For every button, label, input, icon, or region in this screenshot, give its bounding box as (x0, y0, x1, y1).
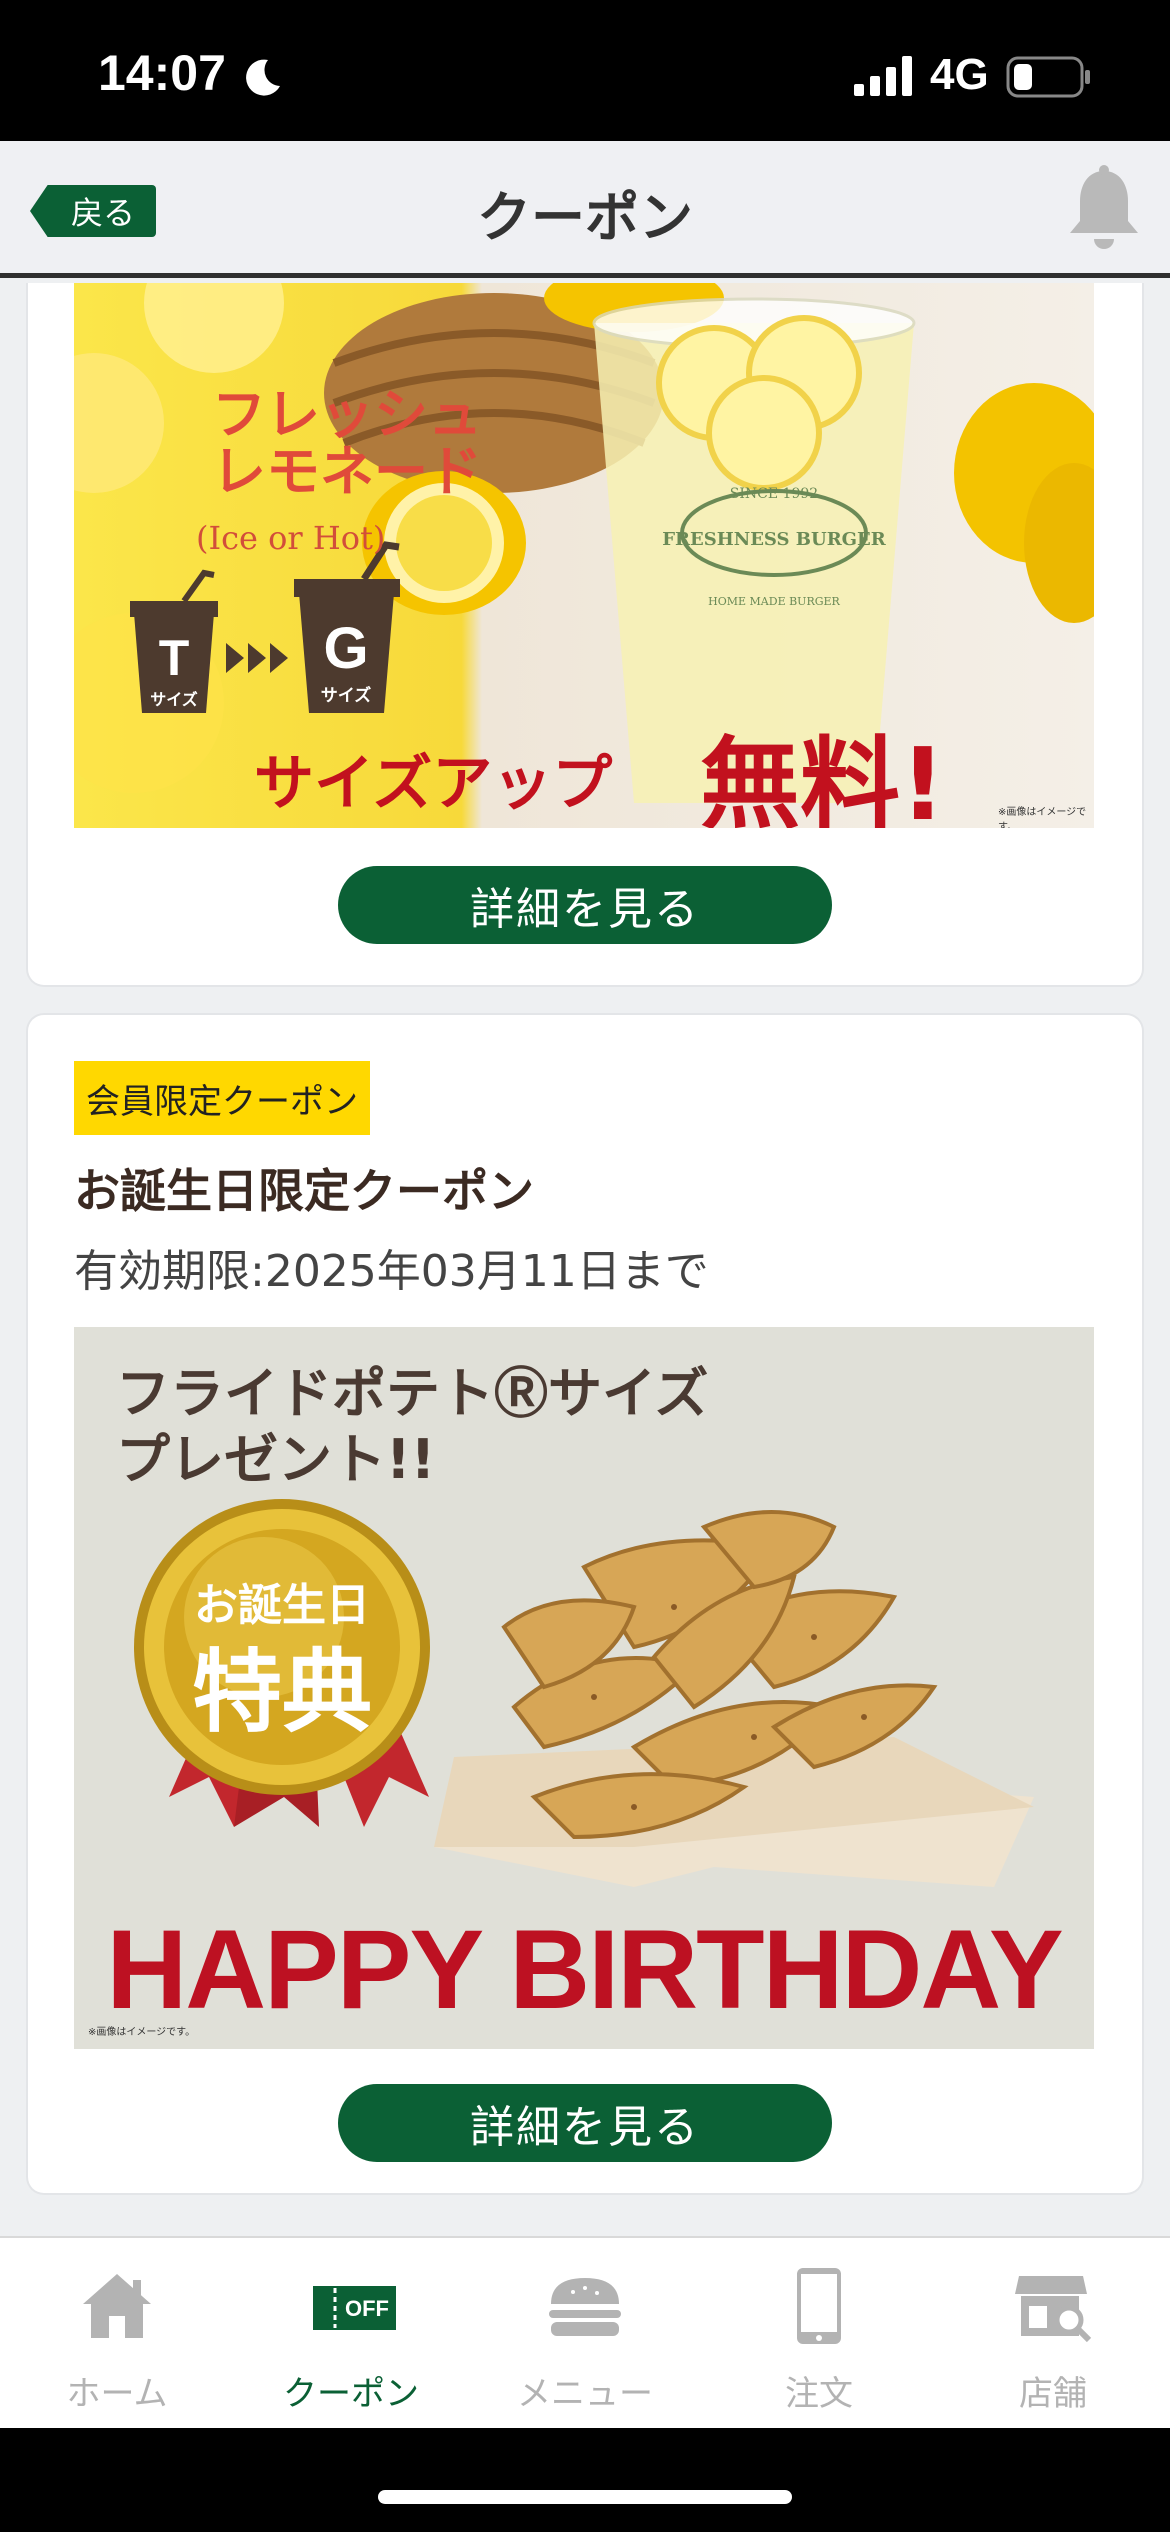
coupon-icon: OFF (313, 2286, 396, 2330)
tab-bar: ホーム OFF クーポン メニュー 注文 店舗 (0, 2236, 1170, 2428)
page-title: クーポン (477, 186, 693, 249)
tab-label: クーポン (283, 2374, 419, 2414)
burger-icon (549, 2278, 621, 2336)
size-from-word: サイズ (150, 690, 198, 709)
bell-icon[interactable] (1064, 165, 1144, 255)
coupon-list[interactable]: SINCE 1992 FRESHNESS BURGER HOME MADE BU… (0, 283, 1170, 2236)
signal-icon (854, 56, 912, 96)
coupon-expiry: 有効期限:2025年03月11日まで (74, 1246, 709, 1297)
home-indicator[interactable] (378, 2490, 792, 2504)
nav-bar: 戻る クーポン (0, 141, 1170, 278)
coupon-title: お誕生日限定クーポン (74, 1164, 534, 1218)
image-note: ※画像はイメージです。 (998, 807, 1087, 828)
cup-logo-main: FRESHNESS BURGER (662, 529, 886, 550)
birthday-headline-line-2: プレゼント!! (116, 1427, 436, 1491)
coupon-card-birthday: 会員限定クーポン お誕生日限定クーポン 有効期限:2025年03月11日まで ※… (28, 1015, 1142, 2193)
size-to-word: サイズ (321, 685, 372, 706)
phone-icon (797, 2268, 841, 2344)
birthday-headline-line-1: フライドポテトⓇサイズ (116, 1362, 709, 1425)
member-only-tag: 会員限定クーポン (74, 1061, 370, 1135)
tab-home[interactable]: ホーム (0, 2238, 234, 2430)
free-text: 無料! (700, 726, 946, 828)
cup-logo-top: SINCE 1992 (730, 486, 818, 502)
detail-button[interactable]: 詳細を見る (338, 2084, 832, 2162)
medal-line-2: 特典 (192, 1640, 372, 1745)
tab-label: ホーム (66, 2374, 168, 2414)
birthday-headline: フライドポテトⓇサイズ プレゼント!! (116, 1361, 708, 1493)
tab-order[interactable]: 注文 (702, 2238, 936, 2430)
home-icon (83, 2274, 151, 2338)
network-label: 4G (930, 50, 989, 99)
lemonade-product-option: (Ice or Hot) (196, 519, 386, 557)
battery-icon (1006, 56, 1090, 98)
moon-icon (246, 59, 280, 96)
status-time: 14:07 (98, 45, 226, 101)
size-from-label: T (159, 630, 190, 686)
tab-store[interactable]: 店舗 (936, 2238, 1170, 2430)
coupon-icon-text: OFF (345, 2296, 389, 2321)
cup-logo-sub: HOME MADE BURGER (708, 595, 840, 608)
lemonade-banner-image[interactable]: SINCE 1992 FRESHNESS BURGER HOME MADE BU… (74, 283, 1094, 828)
tab-label: 注文 (785, 2374, 853, 2414)
status-bar: 14:07 4G (0, 0, 1170, 141)
size-up-text: サイズアップ (254, 749, 613, 819)
tab-menu[interactable]: メニュー (468, 2238, 702, 2430)
home-indicator-area (0, 2428, 1170, 2532)
size-to-label: G (323, 616, 368, 681)
tab-label: メニュー (517, 2374, 653, 2414)
coupon-card-lemonade: SINCE 1992 FRESHNESS BURGER HOME MADE BU… (28, 283, 1142, 985)
tab-label: 店舗 (1019, 2374, 1087, 2414)
happy-birthday-text: HAPPY BIRTHDAY (106, 1907, 1063, 2032)
tab-coupon[interactable]: OFF クーポン (234, 2238, 468, 2430)
detail-button[interactable]: 詳細を見る (338, 866, 832, 944)
lemonade-product-name: フレッシュ レモネード (212, 383, 482, 503)
store-search-icon (1015, 2276, 1092, 2343)
birthday-banner-image[interactable]: ※画像はイメージです。 フライドポテトⓇサイズ プレゼント!! お誕生日 特典 … (74, 1327, 1094, 2049)
